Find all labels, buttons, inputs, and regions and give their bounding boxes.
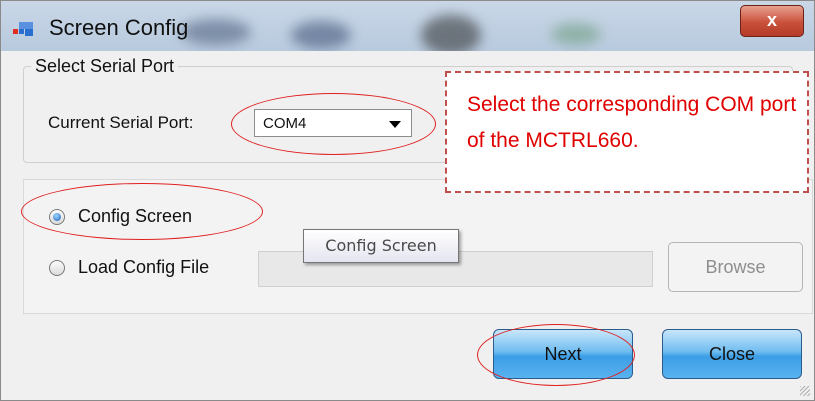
window-title: Screen Config bbox=[49, 15, 189, 40]
load-config-file-label[interactable]: Load Config File bbox=[78, 257, 209, 278]
screen-config-window: Screen Config x Select Serial Port Curre… bbox=[0, 0, 815, 401]
window-close-button[interactable]: x bbox=[740, 5, 804, 37]
close-button[interactable]: Close bbox=[662, 329, 802, 379]
title-bar-background-shape bbox=[551, 23, 601, 45]
config-screen-tooltip: Config Screen bbox=[303, 229, 459, 263]
title-bar-background-shape bbox=[181, 19, 251, 45]
window-app-icon bbox=[13, 22, 33, 36]
title-bar[interactable]: Screen Config x bbox=[1, 1, 814, 51]
title-bar-background-shape bbox=[421, 15, 481, 51]
annotation-ellipse-config-screen bbox=[21, 183, 263, 240]
annotation-ellipse-next bbox=[477, 324, 635, 386]
current-serial-port-label: Current Serial Port: bbox=[48, 113, 194, 132]
close-icon: x bbox=[766, 10, 777, 30]
browse-button[interactable]: Browse bbox=[668, 242, 803, 292]
resize-grip[interactable] bbox=[800, 386, 810, 396]
annotation-text: Select the corresponding COM port of the… bbox=[467, 93, 797, 152]
serial-port-group-legend: Select Serial Port bbox=[31, 56, 179, 77]
load-config-file-radio[interactable] bbox=[49, 260, 65, 276]
annotation-ellipse-port bbox=[231, 93, 436, 155]
title-bar-background-shape bbox=[291, 21, 351, 49]
